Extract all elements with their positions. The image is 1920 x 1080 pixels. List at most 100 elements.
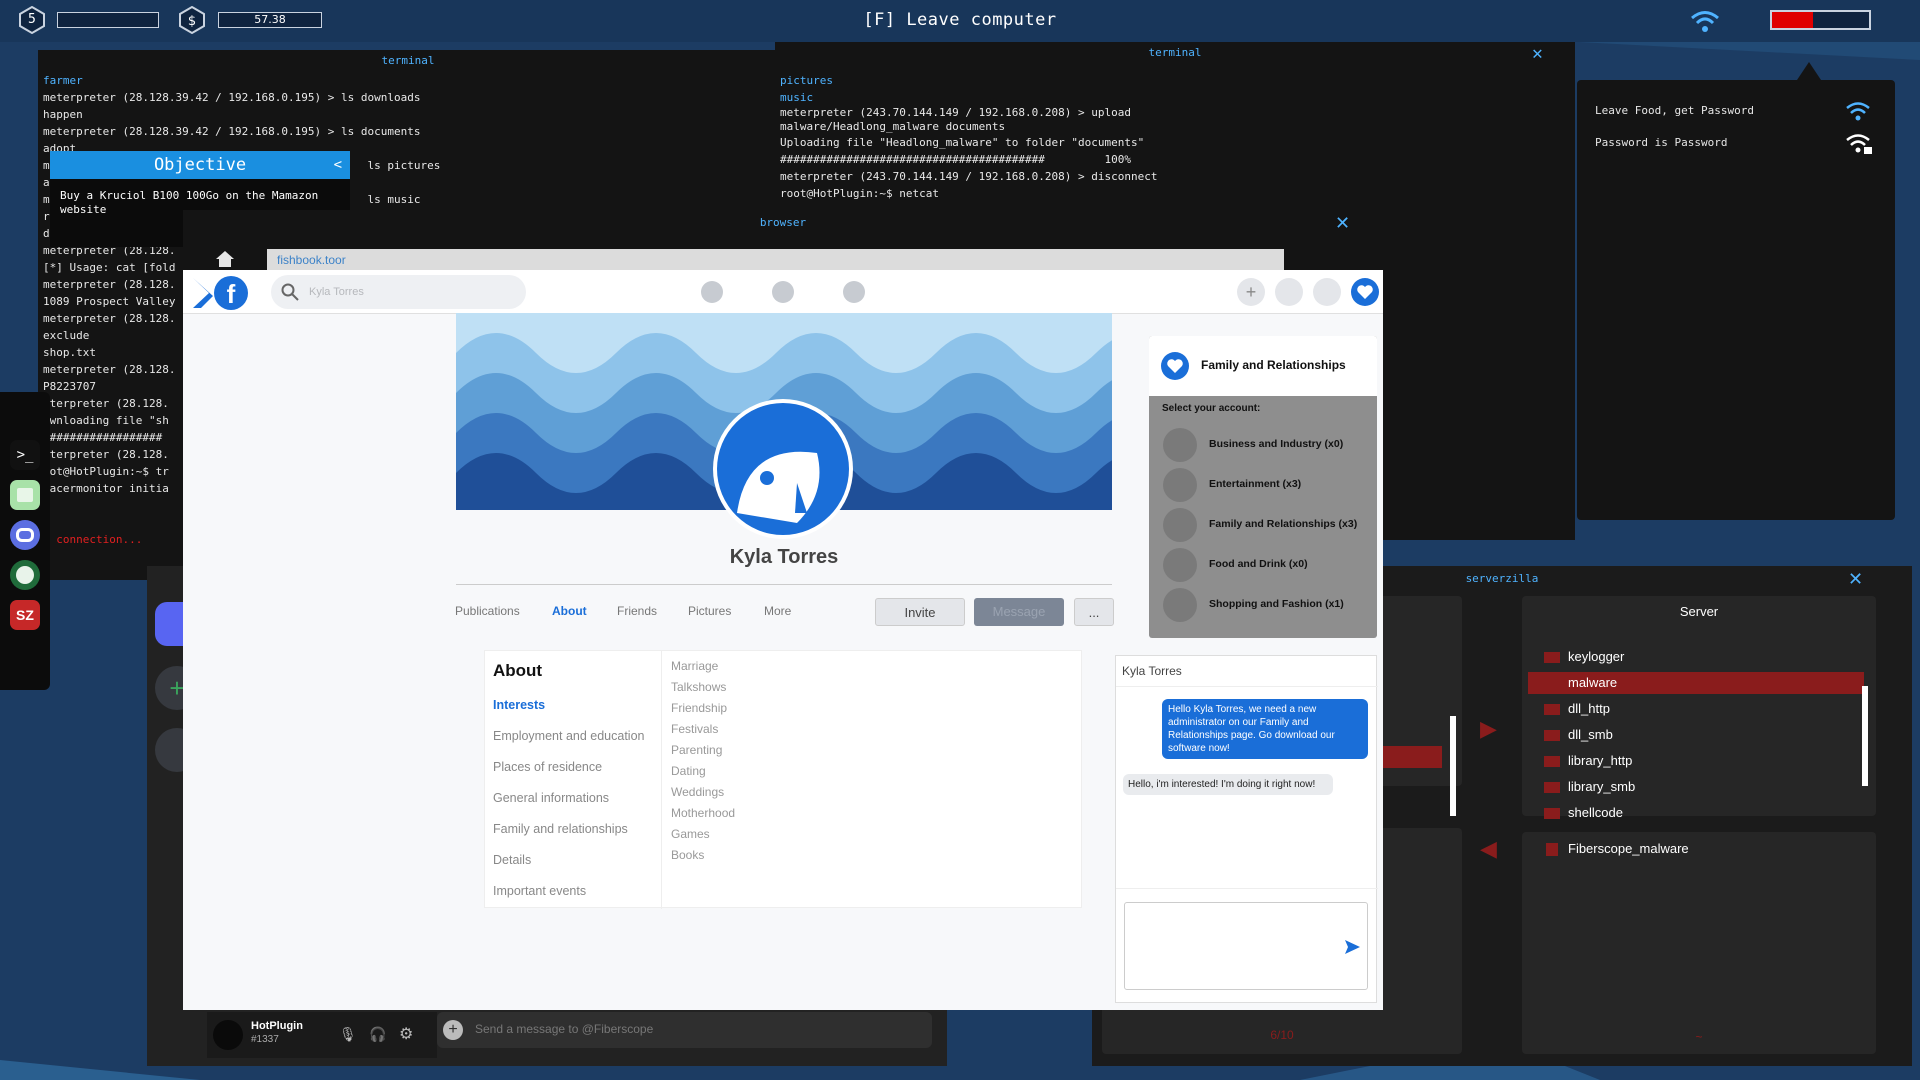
interest-item: Festivals [671, 722, 719, 736]
notifications-icon[interactable] [1313, 278, 1341, 306]
objective-title: Objective [153, 155, 247, 175]
server-file[interactable]: malware [1528, 672, 1864, 694]
invite-button[interactable]: Invite [875, 598, 965, 626]
about-heading: About [493, 661, 543, 680]
server-file-label: malware [1568, 675, 1618, 690]
collapse-button[interactable]: < [334, 151, 342, 179]
account-option[interactable]: Food and Drink (x0) [1163, 548, 1373, 582]
top-hud-bar: 5 $ 57.38 [F] Leave computer [0, 0, 1920, 42]
profile-name: Kyla Torres [729, 546, 839, 568]
site-logo[interactable]: f [191, 274, 251, 312]
chat-divider [1116, 686, 1378, 687]
about-card: About Interests Employment and education P… [484, 650, 1082, 909]
messages-icon[interactable] [1275, 278, 1303, 306]
tab-more[interactable]: More [764, 604, 791, 618]
wifi-network-row[interactable]: Password is Password [1595, 136, 1885, 149]
folder-icon [1544, 704, 1560, 715]
send-icon[interactable] [1345, 939, 1361, 955]
message-button[interactable]: Message [974, 598, 1064, 626]
account-option[interactable]: Entertainment (x3) [1163, 468, 1373, 502]
user-panel: HotPlugin #1337 🎙 🎧 ⚙ [207, 1012, 437, 1058]
about-section-link[interactable]: Places of residence [493, 760, 602, 774]
terminal-app-icon[interactable]: >_ [10, 440, 40, 470]
tab-publications[interactable]: Publications [455, 604, 520, 618]
account-option[interactable]: Shopping and Fashion (x1) [1163, 588, 1373, 622]
server-file[interactable]: dll_http [1522, 698, 1862, 720]
about-section-link[interactable]: Family and relationships [493, 822, 628, 836]
family-panel-header: Family and Relationships [1149, 336, 1377, 396]
home-nav-icon[interactable] [701, 281, 723, 303]
message-input[interactable]: + Send a message to @Fiberscope [437, 1012, 932, 1048]
serverzilla-app-icon[interactable]: SZ [10, 600, 40, 630]
scrollbar[interactable] [1450, 716, 1456, 816]
heart-badge-icon [1161, 352, 1189, 380]
account-option[interactable]: Business and Industry (x0) [1163, 428, 1373, 462]
watch-nav-icon[interactable] [772, 281, 794, 303]
folder-icon [1544, 782, 1560, 793]
profile-tabs-divider [456, 584, 1112, 585]
folder-icon [1544, 652, 1560, 663]
more-button[interactable]: ... [1074, 598, 1114, 626]
about-section-link[interactable]: Employment and education [493, 729, 644, 743]
terminal-line: meterpreter (28.128.39.42 / 192.168.0.19… [43, 91, 421, 104]
upload-arrow-icon[interactable]: ▶ [1480, 716, 1497, 742]
download-arrow-icon[interactable]: ◀ [1480, 836, 1497, 862]
home-icon[interactable] [215, 250, 235, 268]
server-file[interactable]: shellcode [1522, 802, 1862, 824]
server-file[interactable]: library_http [1522, 750, 1862, 772]
about-section-link[interactable]: General informations [493, 791, 609, 805]
interest-item: Weddings [671, 785, 725, 799]
settings-gear-icon[interactable]: ⚙ [399, 1024, 413, 1044]
window-title: terminal [1148, 46, 1202, 59]
chat-app-icon[interactable] [10, 520, 40, 550]
server-file-label: library_http [1568, 753, 1633, 768]
add-icon[interactable]: + [1237, 278, 1265, 306]
local-page-count: 6/10 [1270, 1028, 1294, 1042]
server-file[interactable]: library_smb [1522, 776, 1862, 798]
chat-divider [1116, 888, 1378, 889]
chat-contact-name: Kyla Torres [1122, 664, 1182, 678]
notes-app-icon[interactable] [10, 480, 40, 510]
about-section-link[interactable]: Interests [493, 698, 545, 712]
server-file-label: library_smb [1568, 779, 1636, 794]
family-relationships-panel: Family and Relationships Select your acc… [1149, 336, 1377, 638]
remote-file[interactable]: Fiberscope_malware [1522, 838, 1862, 860]
headphones-icon[interactable]: 🎧 [369, 1026, 386, 1043]
tab-pictures[interactable]: Pictures [688, 604, 731, 618]
avatar[interactable] [213, 1020, 243, 1050]
server-file[interactable]: keylogger [1522, 646, 1862, 668]
folder-icon [1544, 678, 1560, 689]
close-icon[interactable]: ✕ [1335, 214, 1350, 232]
groups-nav-icon[interactable] [843, 281, 865, 303]
terminal-line: Uploading file "Headlong_malware" to fol… [780, 136, 1145, 149]
close-icon[interactable]: ✕ [1848, 570, 1863, 588]
terminal-line: pictures [780, 74, 833, 87]
search-input[interactable]: Kyla Torres [271, 275, 526, 309]
scrollbar[interactable] [1862, 686, 1868, 786]
tab-about[interactable]: About [552, 604, 587, 618]
folder-icon [1544, 808, 1560, 819]
server-file[interactable]: dll_smb [1522, 724, 1862, 746]
window-title: browser [183, 210, 1383, 236]
shopping-icon [1163, 588, 1197, 622]
wifi-icon[interactable] [1690, 9, 1720, 33]
microphone-icon[interactable]: 🎙 [339, 1026, 357, 1043]
profile-avatar[interactable] [713, 399, 853, 539]
add-attachment-icon[interactable]: + [443, 1020, 463, 1040]
message-placeholder: Send a message to @Fiberscope [475, 1022, 654, 1036]
remote-footer: ~ [1695, 1030, 1703, 1044]
wifi-network-row[interactable]: Leave Food, get Password [1595, 104, 1885, 117]
account-option[interactable]: Family and Relationships (x3) [1163, 508, 1373, 542]
svg-text:f: f [227, 279, 236, 309]
chat-input[interactable] [1124, 902, 1368, 990]
wifi-network-name: Leave Food, get Password [1595, 104, 1754, 117]
close-icon[interactable]: ✕ [1532, 45, 1543, 63]
about-section-link[interactable]: Important events [493, 884, 586, 898]
terminal-output: pictures music meterpreter (243.70.144.149… [780, 72, 1570, 202]
tab-friends[interactable]: Friends [617, 604, 657, 618]
search-placeholder: Kyla Torres [309, 286, 364, 298]
about-section-link[interactable]: Details [493, 853, 531, 867]
pages-heart-icon[interactable] [1351, 278, 1379, 306]
url-field[interactable]: fishbook.toor [267, 249, 1284, 271]
browser-app-icon[interactable] [10, 560, 40, 590]
